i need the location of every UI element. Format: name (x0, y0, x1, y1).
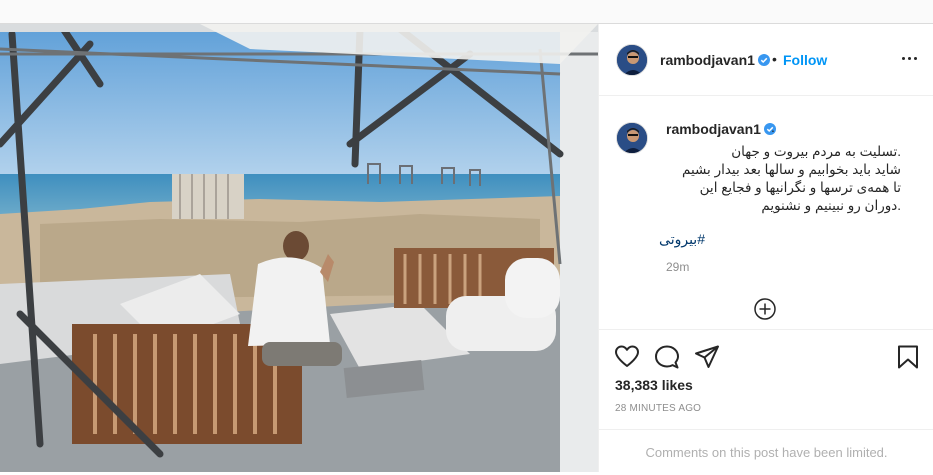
likes-count[interactable]: 38,383 likes (615, 377, 693, 393)
paper-plane-icon[interactable] (694, 344, 720, 370)
bookmark-icon[interactable] (895, 344, 921, 370)
plus-circle-icon[interactable] (754, 298, 776, 320)
comments-limited-notice: Comments on this post have been limited. (599, 429, 933, 475)
caption-trailing: . (771, 119, 775, 135)
post-timestamp[interactable]: 28 MINUTES AGO (615, 403, 701, 414)
heart-icon[interactable] (614, 344, 640, 370)
post-actions: 38,383 likes 28 MINUTES AGO Comments on … (599, 329, 933, 474)
verified-badge-icon (757, 54, 770, 66)
author-username-text[interactable]: rambodjavan1 (660, 52, 755, 68)
caption-username-text[interactable]: rambodjavan1 (666, 121, 761, 137)
caption-line: شاید باید بخوابیم و سالها بعد بیدار بشیم (681, 162, 901, 177)
follow-button[interactable]: Follow (783, 52, 827, 68)
caption-username[interactable]: rambodjavan1 (666, 121, 776, 137)
author-avatar[interactable] (616, 44, 648, 76)
post-panel: rambodjavan1 • Follow rambodjavan1 . .تس… (598, 24, 933, 472)
post-header: rambodjavan1 • Follow (599, 24, 933, 96)
post-photo[interactable] (0, 24, 598, 472)
caption-text: .تسلیت به مردم بیروت و جهان شاید باید بخ… (641, 143, 901, 215)
top-bar (0, 0, 933, 24)
caption-line: .دوران رو نبینیم و نشنویم (761, 198, 901, 213)
caption-relative-time[interactable]: 29m (666, 260, 689, 274)
more-options-icon[interactable] (900, 52, 920, 66)
caption-line: تا همه‌ی ترسها و نگرانیها و فجایع این (699, 180, 901, 195)
header-separator: • (772, 51, 777, 67)
hashtag-link[interactable]: #بیروتی (659, 231, 705, 248)
comment-icon[interactable] (654, 344, 680, 370)
caption-line: .تسلیت به مردم بیروت و جهان (731, 144, 901, 159)
author-username[interactable]: rambodjavan1 (660, 52, 770, 68)
